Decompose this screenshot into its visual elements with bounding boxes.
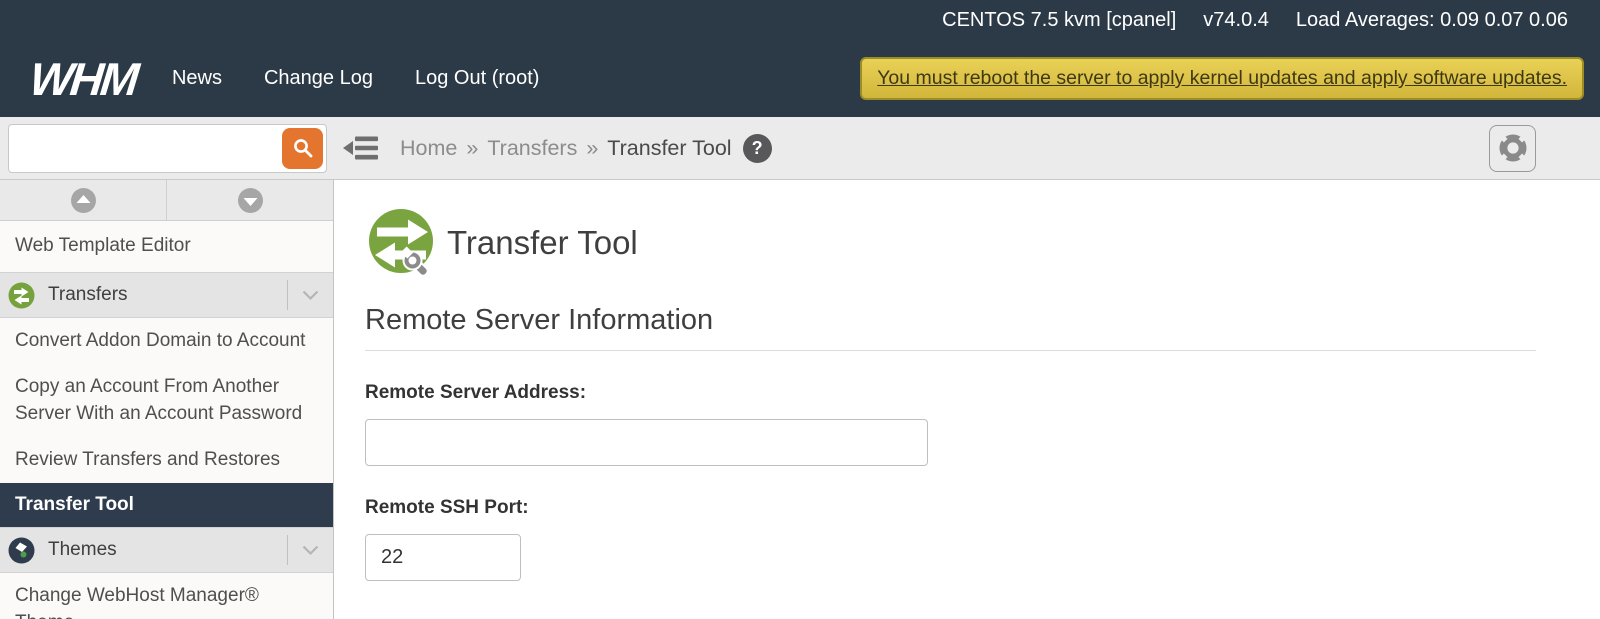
sidebar-item-review-transfers[interactable]: Review Transfers and Restores <box>0 437 333 483</box>
arrow-down-icon <box>237 187 264 214</box>
sidebar-scroll-controls <box>0 180 333 221</box>
sidebar-category-transfers[interactable]: Transfers <box>0 272 333 318</box>
breadcrumb-home-link[interactable]: Home <box>400 136 457 161</box>
sidebar-item-convert-addon-domain[interactable]: Convert Addon Domain to Account <box>0 318 333 364</box>
system-status-bar: CENTOS 7.5 kvm [cpanel] v74.0.4 Load Ave… <box>0 0 1600 40</box>
themes-icon <box>8 537 35 564</box>
breadcrumb-bar: Home » Transfers » Transfer Tool ? <box>0 117 1600 180</box>
category-collapse-toggle[interactable] <box>287 535 333 565</box>
reboot-alert-banner[interactable]: You must reboot the server to apply kern… <box>860 57 1584 100</box>
page-body: Web Template Editor Transfers Convert Ad… <box>0 180 1600 619</box>
load-averages-text: Load Averages: 0.09 0.07 0.06 <box>1296 9 1568 32</box>
whm-version-text: v74.0.4 <box>1203 9 1269 32</box>
scroll-up-button[interactable] <box>0 180 167 220</box>
nav-changelog-link[interactable]: Change Log <box>264 67 373 90</box>
sidebar-search <box>8 124 327 173</box>
category-collapse-toggle[interactable] <box>287 280 333 310</box>
section-title: Remote Server Information <box>365 304 1536 351</box>
transfer-tool-icon <box>365 206 439 280</box>
os-version-text: CENTOS 7.5 kvm [cpanel] <box>942 9 1176 32</box>
sidebar-item-web-template-editor[interactable]: Web Template Editor <box>0 221 333 272</box>
sidebar-item-copy-account[interactable]: Copy an Account From Another Server With… <box>0 364 333 436</box>
chevron-down-icon <box>302 545 319 556</box>
sidebar-item-change-theme[interactable]: Change WebHost Manager® Theme <box>0 573 333 619</box>
breadcrumb-separator: » <box>466 136 478 161</box>
remote-ssh-port-input[interactable] <box>365 534 521 581</box>
page-title: Transfer Tool <box>447 224 638 262</box>
search-input[interactable] <box>8 124 327 173</box>
search-icon <box>292 137 314 159</box>
remote-server-address-label: Remote Server Address: <box>365 382 1536 404</box>
nav-news-link[interactable]: News <box>172 67 222 90</box>
help-icon[interactable]: ? <box>743 134 772 163</box>
sidebar: Web Template Editor Transfers Convert Ad… <box>0 180 334 619</box>
page-title-row: Transfer Tool <box>365 206 1536 280</box>
breadcrumb: Home » Transfers » Transfer Tool <box>400 136 732 161</box>
breadcrumb-transfers-link[interactable]: Transfers <box>487 136 577 161</box>
collapse-sidebar-icon[interactable] <box>342 134 380 162</box>
whm-logo[interactable]: WHM <box>27 52 139 106</box>
header: WHM News Change Log Log Out (root) You m… <box>0 40 1600 117</box>
header-nav: News Change Log Log Out (root) <box>172 67 540 90</box>
sidebar-category-label: Transfers <box>48 284 128 306</box>
chevron-down-icon <box>302 290 319 301</box>
breadcrumb-current: Transfer Tool <box>607 136 731 161</box>
arrow-up-icon <box>70 187 97 214</box>
sidebar-category-themes[interactable]: Themes <box>0 527 333 573</box>
sidebar-item-transfer-tool[interactable]: Transfer Tool <box>0 483 333 527</box>
sidebar-category-label: Themes <box>48 539 117 561</box>
main-content: Transfer Tool Remote Server Information … <box>334 180 1600 619</box>
scroll-down-button[interactable] <box>167 180 333 220</box>
support-button[interactable] <box>1489 125 1536 172</box>
remote-ssh-port-label: Remote SSH Port: <box>365 497 1536 519</box>
remote-server-address-input[interactable] <box>365 419 928 466</box>
nav-logout-link[interactable]: Log Out (root) <box>415 67 540 90</box>
life-ring-icon <box>1497 132 1529 164</box>
breadcrumb-separator: » <box>586 136 598 161</box>
search-button[interactable] <box>282 128 323 169</box>
transfers-icon <box>8 282 35 309</box>
